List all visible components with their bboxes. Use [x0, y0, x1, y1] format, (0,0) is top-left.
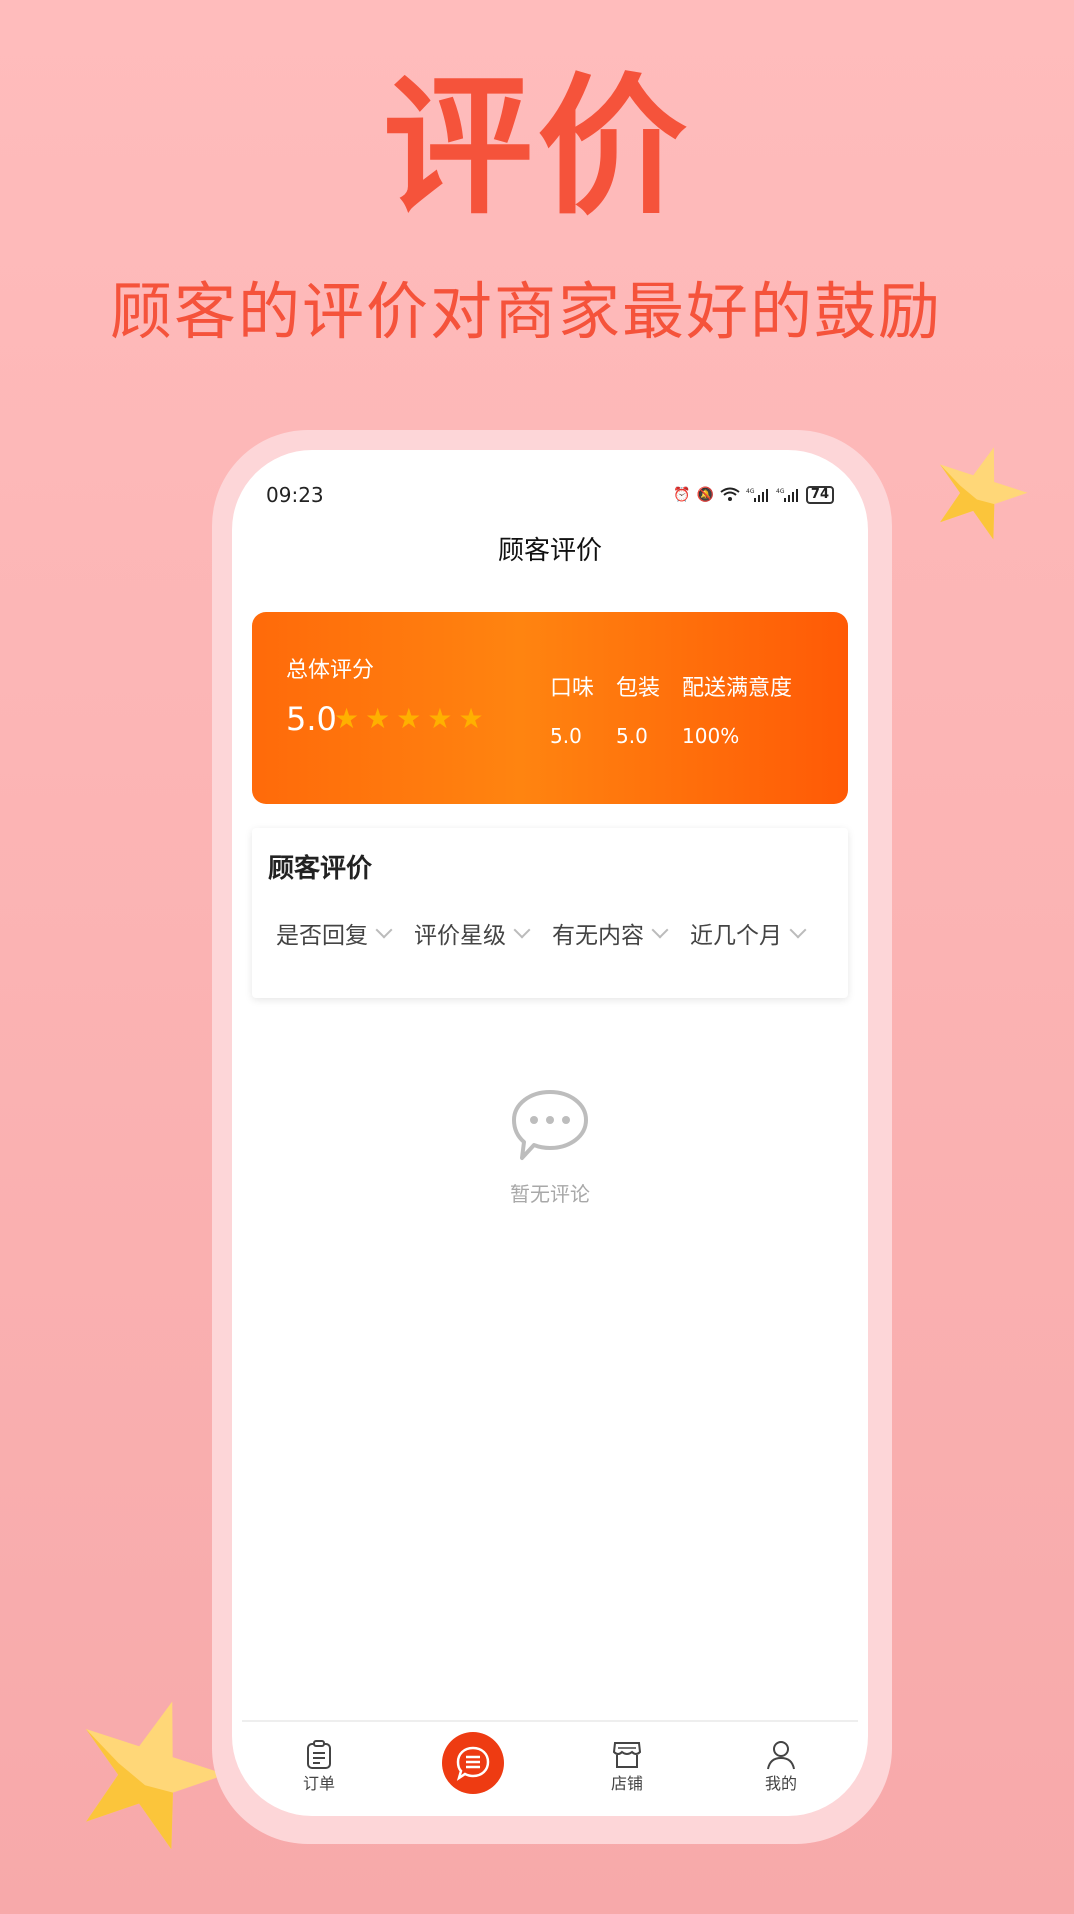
tab-label: 我的: [764, 1774, 797, 1793]
score-card: 总体评分 5.0 ★ ★ ★ ★ ★ 口味 5.0 包装 5.0 配送满意度 100%: [252, 612, 848, 804]
empty-state: 暂无评论: [232, 1088, 868, 1207]
metric-value: 100%: [682, 724, 740, 748]
chevron-down-icon: [375, 921, 393, 939]
star-icon: ★: [365, 702, 391, 735]
star-icon: ★: [334, 702, 360, 735]
reviews-title: 顾客评价: [268, 854, 373, 884]
filter-bar: 是否回复 评价星级 有无内容 近几个月: [276, 916, 810, 950]
filter-label: 是否回复: [276, 923, 368, 949]
star-rating: ★ ★ ★ ★ ★: [334, 704, 484, 734]
phone-screen: 09:23 ⏰ 🔕 4G 4G 74 顾客评价 总体评分 5.0 ★ ★ ★ ★ ★ 口…: [232, 450, 868, 1816]
tab-label: 店铺: [610, 1774, 643, 1793]
metric-delivery: 配送满意度 100%: [682, 670, 792, 748]
wifi-icon: [720, 487, 740, 501]
tab-orders[interactable]: 订单: [242, 1722, 396, 1816]
filter-recent-months[interactable]: 近几个月: [690, 916, 810, 950]
tab-label: 订单: [302, 1774, 335, 1793]
tab-store[interactable]: 店铺: [550, 1722, 704, 1816]
decorative-star-icon: [939, 447, 1028, 540]
chat-bubble-icon: [512, 1090, 588, 1160]
chevron-down-icon: [513, 921, 531, 939]
filter-label: 有无内容: [552, 923, 644, 949]
overall-score-label: 总体评分: [286, 658, 375, 683]
hero-title: 评价: [382, 61, 691, 235]
store-icon: [612, 1742, 642, 1768]
overall-score-value: 5.0: [286, 700, 337, 738]
metric-taste: 口味 5.0: [550, 670, 594, 748]
status-icons: ⏰ 🔕 4G 4G 74: [673, 486, 834, 504]
svg-text:4G: 4G: [776, 488, 785, 495]
reviews-center-button[interactable]: [442, 1732, 504, 1794]
metric-value: 5.0: [616, 724, 648, 748]
metric-value: 5.0: [550, 724, 582, 748]
star-icon: ★: [396, 702, 422, 735]
mute-icon: 🔕: [696, 487, 714, 503]
status-bar: 09:23 ⏰ 🔕 4G 4G 74: [266, 480, 834, 510]
filter-has-content[interactable]: 有无内容: [552, 916, 672, 950]
chevron-down-icon: [789, 921, 807, 939]
chat-icon: [456, 1746, 490, 1781]
clipboard-icon: [307, 1740, 331, 1769]
metric-packaging: 包装 5.0: [616, 670, 660, 748]
page-title: 顾客评价: [497, 536, 602, 566]
chevron-down-icon: [651, 921, 669, 939]
tab-mine[interactable]: 我的: [704, 1722, 858, 1816]
bottom-tab-bar: 订单 店铺 我的: [242, 1720, 858, 1816]
decorative-star-icon: [85, 1701, 226, 1850]
hero-subtitle: 顾客的评价对商家最好的鼓励: [110, 275, 943, 348]
metric-label: 配送满意度: [682, 676, 793, 701]
metric-label: 口味: [550, 676, 595, 701]
signal-4g-icon: 4G: [746, 488, 768, 502]
filter-replied[interactable]: 是否回复: [276, 916, 396, 950]
filter-label: 近几个月: [690, 923, 782, 949]
sub-scores: 口味 5.0 包装 5.0 配送满意度 100%: [550, 670, 792, 748]
status-time: 09:23: [266, 483, 324, 507]
tab-reviews[interactable]: [396, 1722, 550, 1816]
filter-star-level[interactable]: 评价星级: [414, 916, 534, 950]
star-icon: ★: [458, 702, 484, 735]
star-icon: ★: [427, 702, 453, 735]
empty-state-text: 暂无评论: [510, 1182, 590, 1206]
signal-4g-icon: 4G: [776, 488, 798, 502]
metric-label: 包装: [616, 676, 661, 701]
battery-indicator: 74: [805, 486, 834, 504]
reviews-card: 顾客评价 是否回复 评价星级 有无内容 近几个月: [252, 828, 848, 998]
alarm-icon: ⏰: [673, 487, 691, 503]
user-icon: [767, 1741, 795, 1770]
svg-text:4G: 4G: [746, 488, 755, 495]
filter-label: 评价星级: [414, 923, 506, 949]
